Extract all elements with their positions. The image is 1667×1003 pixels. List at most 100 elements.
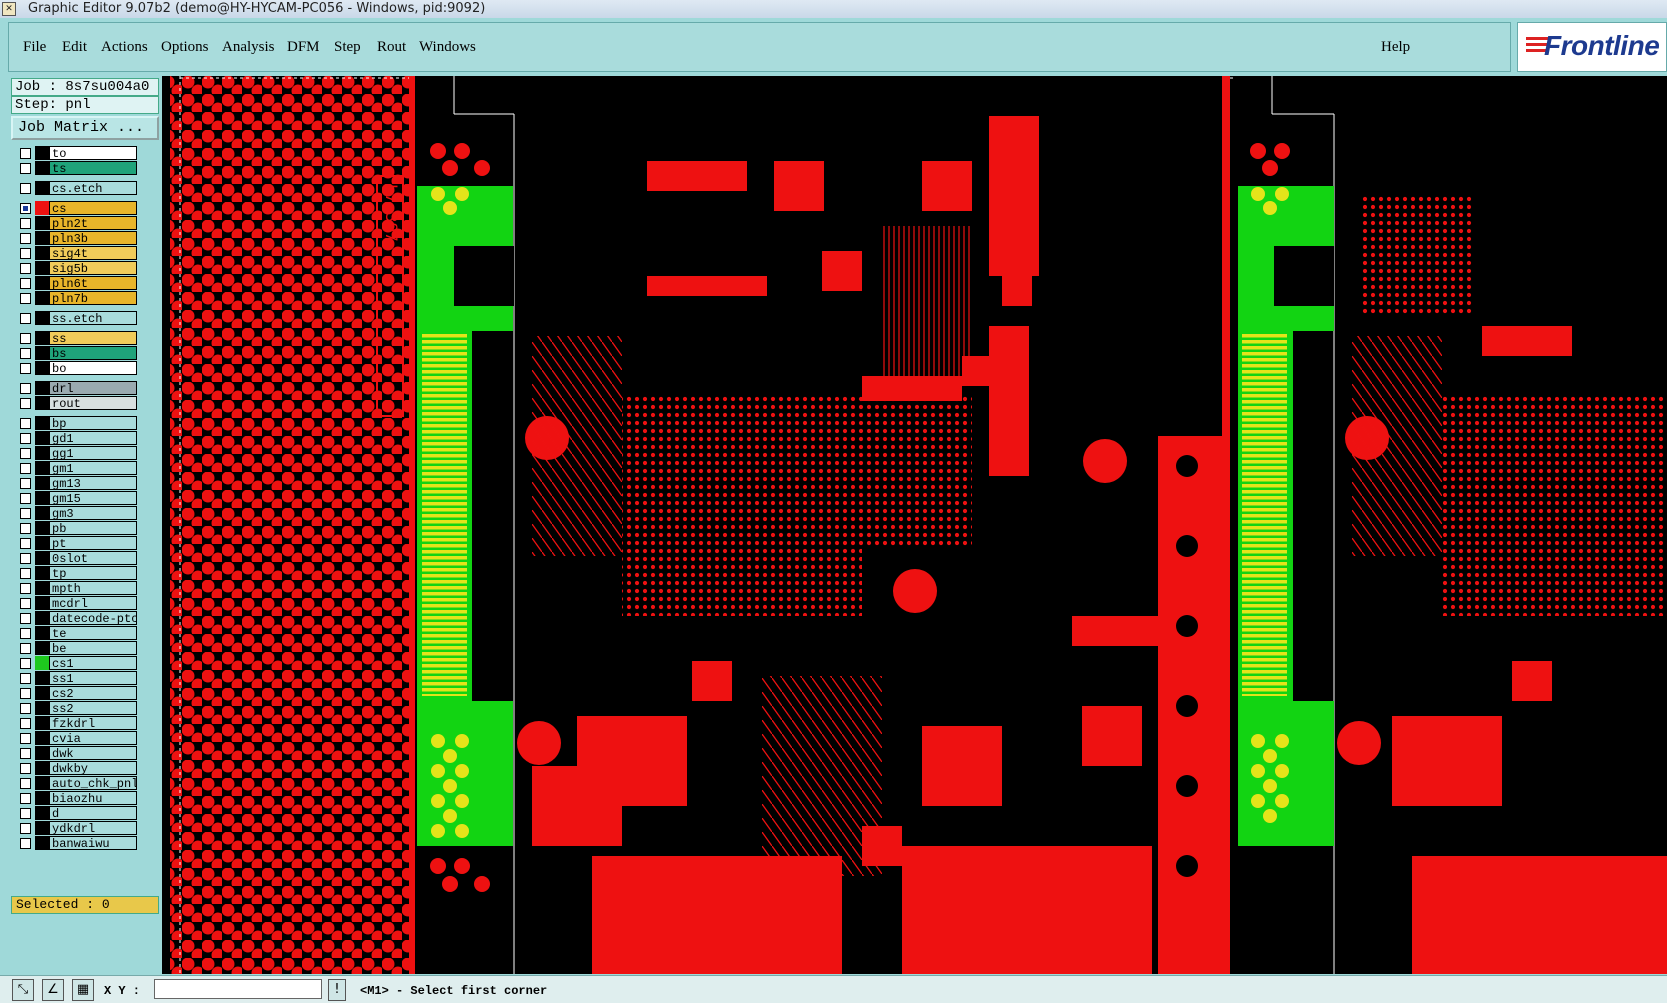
menu-step[interactable]: Step <box>334 39 361 56</box>
layer-checkbox[interactable] <box>20 673 31 684</box>
layer-checkbox[interactable] <box>20 233 31 244</box>
layer-name[interactable]: cs <box>49 201 137 215</box>
layer-name[interactable]: d <box>49 806 137 820</box>
layer-row-gm1[interactable]: gm1 <box>11 461 139 476</box>
layer-row-banwaiwu[interactable]: banwaiwu <box>11 836 139 851</box>
layer-checkbox[interactable] <box>20 523 31 534</box>
layer-row-datecode-ptc[interactable]: datecode-ptc <box>11 611 139 626</box>
alert-icon[interactable]: ! <box>328 979 346 1001</box>
layer-checkbox[interactable] <box>20 613 31 624</box>
menu-edit[interactable]: Edit <box>62 39 87 56</box>
layer-name[interactable]: bp <box>49 416 137 430</box>
layer-row-bs[interactable]: bs <box>11 346 139 361</box>
layer-row-mpth[interactable]: mpth <box>11 581 139 596</box>
layer-checkbox[interactable] <box>20 733 31 744</box>
layer-row-ss[interactable]: ss <box>11 331 139 346</box>
layer-checkbox[interactable] <box>20 363 31 374</box>
menu-windows[interactable]: Windows <box>419 39 476 56</box>
layer-checkbox[interactable] <box>20 598 31 609</box>
layer-name[interactable]: sig5b <box>49 261 137 275</box>
layer-row-cs1[interactable]: cs1 <box>11 656 139 671</box>
layer-name[interactable]: ss <box>49 331 137 345</box>
layer-row-tp[interactable]: tp <box>11 566 139 581</box>
layer-name[interactable]: banwaiwu <box>49 836 137 850</box>
layer-name[interactable]: tp <box>49 566 137 580</box>
layer-checkbox[interactable] <box>20 763 31 774</box>
layer-checkbox[interactable] <box>20 398 31 409</box>
layer-checkbox[interactable] <box>20 628 31 639</box>
layer-name[interactable]: auto_chk_pnl <box>49 776 137 790</box>
layer-row-pln2t[interactable]: pln2t <box>11 216 139 231</box>
layer-row-gm3[interactable]: gm3 <box>11 506 139 521</box>
layer-name[interactable]: gm15 <box>49 491 137 505</box>
measure-icon[interactable]: ∠ <box>42 979 64 1001</box>
layer-row-0slot[interactable]: 0slot <box>11 551 139 566</box>
layer-checkbox[interactable] <box>20 448 31 459</box>
layer-row-dwkby[interactable]: dwkby <box>11 761 139 776</box>
menu-dfm[interactable]: DFM <box>287 39 320 56</box>
layer-checkbox[interactable] <box>20 808 31 819</box>
layer-name[interactable]: te <box>49 626 137 640</box>
layer-checkbox[interactable] <box>20 838 31 849</box>
layer-checkbox[interactable] <box>20 293 31 304</box>
layer-checkbox[interactable] <box>20 718 31 729</box>
layer-checkbox[interactable] <box>20 163 31 174</box>
layer-row-mcdrl[interactable]: mcdrl <box>11 596 139 611</box>
layer-row-d[interactable]: d <box>11 806 139 821</box>
layer-name[interactable]: ss2 <box>49 701 137 715</box>
layer-name[interactable]: fzkdrl <box>49 716 137 730</box>
layer-name[interactable]: drl <box>49 381 137 395</box>
layer-row-pln3b[interactable]: pln3b <box>11 231 139 246</box>
layer-row-sig5b[interactable]: sig5b <box>11 261 139 276</box>
layer-name[interactable]: mcdrl <box>49 596 137 610</box>
layer-checkbox[interactable] <box>20 348 31 359</box>
layer-row-be[interactable]: be <box>11 641 139 656</box>
layer-row-gm15[interactable]: gm15 <box>11 491 139 506</box>
layer-row-ss2[interactable]: ss2 <box>11 701 139 716</box>
layer-checkbox[interactable] <box>20 748 31 759</box>
menu-file[interactable]: File <box>23 39 46 56</box>
pcb-canvas[interactable]: L7 397 <box>162 76 1667 974</box>
layer-checkbox[interactable] <box>20 583 31 594</box>
layer-name[interactable]: dwk <box>49 746 137 760</box>
layer-row-ss1[interactable]: ss1 <box>11 671 139 686</box>
layer-row-cs[interactable]: cs <box>11 201 139 216</box>
layer-row-ss.etch[interactable]: ss.etch <box>11 311 139 326</box>
layer-name[interactable]: ss.etch <box>49 311 137 325</box>
layer-name[interactable]: gd1 <box>49 431 137 445</box>
layer-name[interactable]: ts <box>49 161 137 175</box>
layer-row-sig4t[interactable]: sig4t <box>11 246 139 261</box>
layer-row-te[interactable]: te <box>11 626 139 641</box>
layer-name[interactable]: rout <box>49 396 137 410</box>
layer-name[interactable]: ydkdrl <box>49 821 137 835</box>
layer-row-pb[interactable]: pb <box>11 521 139 536</box>
xy-input[interactable] <box>154 979 322 999</box>
layer-name[interactable]: gm13 <box>49 476 137 490</box>
layer-checkbox[interactable] <box>20 183 31 194</box>
layer-name[interactable]: cs2 <box>49 686 137 700</box>
layer-row-pt[interactable]: pt <box>11 536 139 551</box>
layer-name[interactable]: be <box>49 641 137 655</box>
layer-name[interactable]: datecode-ptc <box>49 611 137 625</box>
layer-row-cs2[interactable]: cs2 <box>11 686 139 701</box>
layer-row-ydkdrl[interactable]: ydkdrl <box>11 821 139 836</box>
layer-row-gm13[interactable]: gm13 <box>11 476 139 491</box>
layer-checkbox[interactable] <box>20 493 31 504</box>
layer-checkbox[interactable] <box>20 313 31 324</box>
layer-checkbox[interactable] <box>20 508 31 519</box>
layer-name[interactable]: pln3b <box>49 231 137 245</box>
menu-options[interactable]: Options <box>161 39 209 56</box>
menu-rout[interactable]: Rout <box>377 39 406 56</box>
layer-row-drl[interactable]: drl <box>11 381 139 396</box>
layer-name[interactable]: biaozhu <box>49 791 137 805</box>
layer-row-ts[interactable]: ts <box>11 161 139 176</box>
grid-icon[interactable]: ▦ <box>72 979 94 1001</box>
layer-checkbox[interactable] <box>20 383 31 394</box>
layer-checkbox[interactable] <box>20 823 31 834</box>
layer-checkbox[interactable] <box>20 278 31 289</box>
layer-name[interactable]: pln2t <box>49 216 137 230</box>
layer-name[interactable]: pt <box>49 536 137 550</box>
layer-checkbox[interactable] <box>20 538 31 549</box>
layer-name[interactable]: to <box>49 146 137 160</box>
layer-name[interactable]: ss1 <box>49 671 137 685</box>
